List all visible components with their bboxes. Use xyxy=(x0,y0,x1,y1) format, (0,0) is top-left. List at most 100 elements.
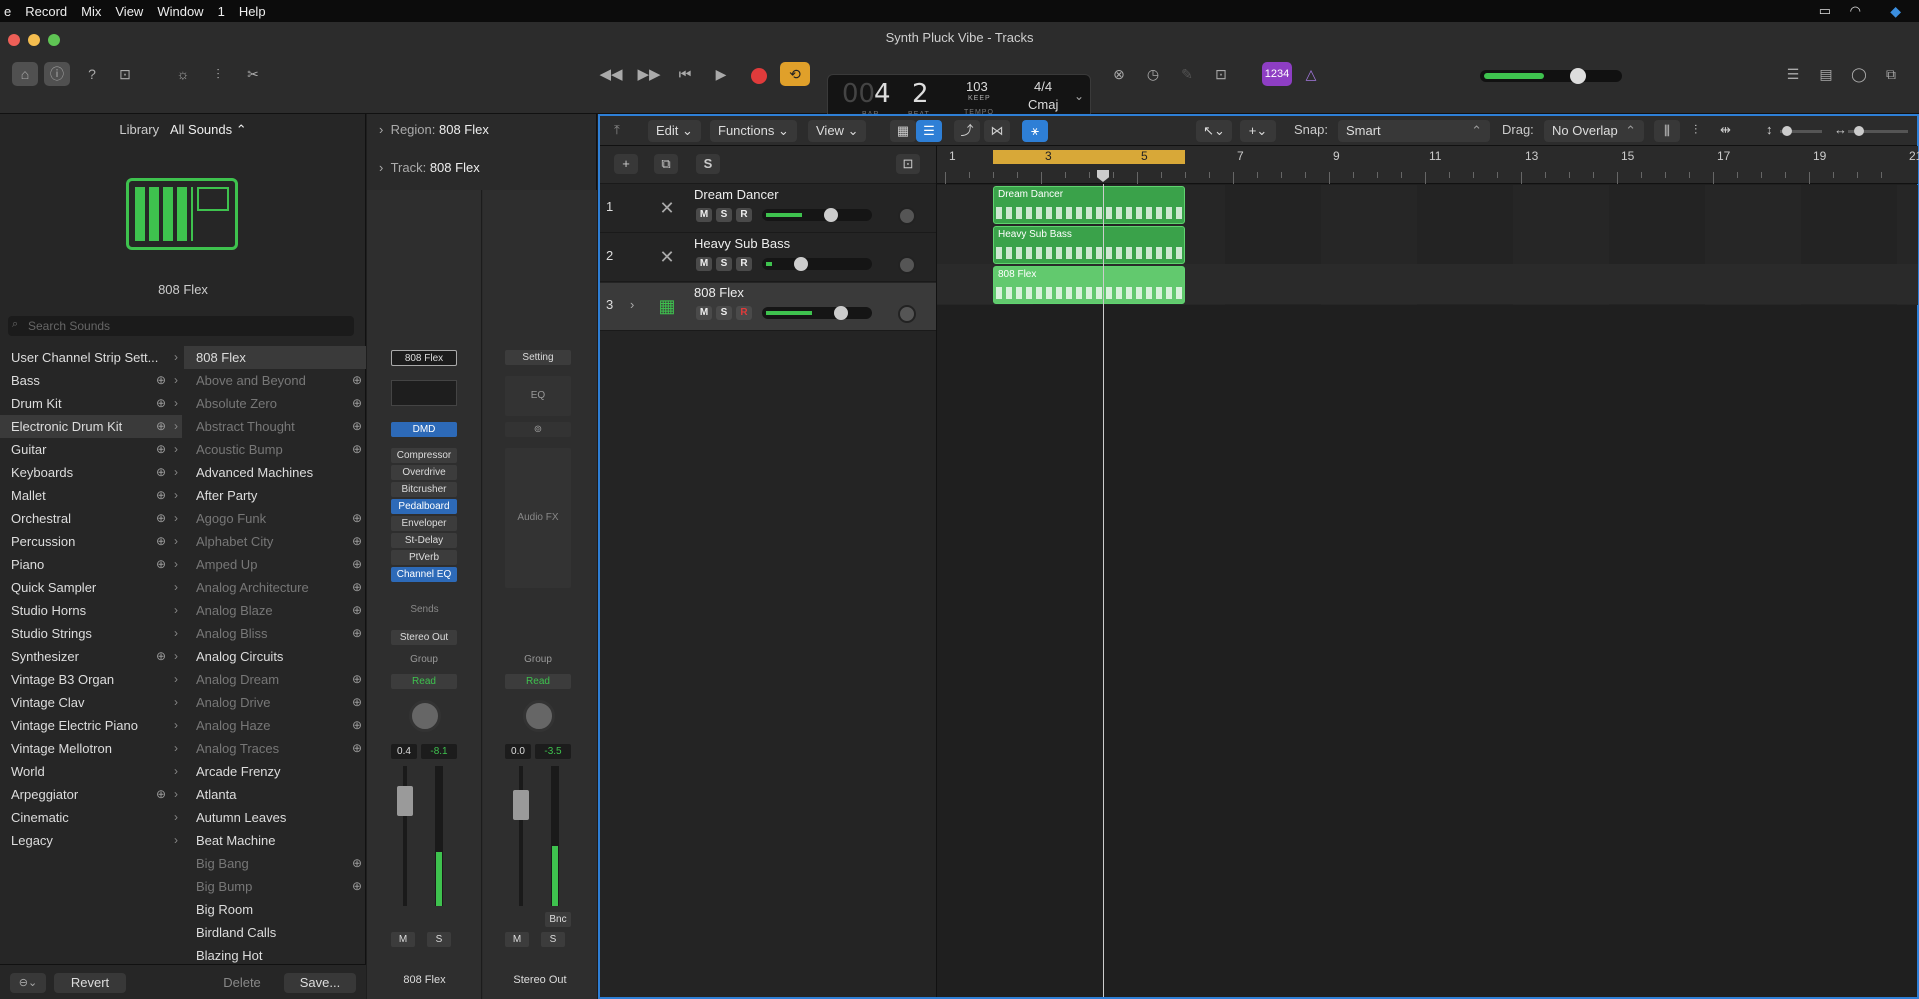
vertical-zoom-knob[interactable] xyxy=(1782,126,1792,136)
smart-controls-icon[interactable]: ☼ xyxy=(170,62,196,86)
sound-item[interactable]: After Party xyxy=(184,484,366,507)
download-icon[interactable]: ⊕ xyxy=(156,645,166,668)
waveform-zoom-icon[interactable]: ⫼ xyxy=(1654,120,1680,142)
download-icon[interactable]: ⊕ xyxy=(156,369,166,392)
eq-slot[interactable]: EQ xyxy=(505,376,571,416)
category-item[interactable]: Arpeggiator ⊕ › xyxy=(0,783,182,806)
list-editors-icon[interactable]: ☰ xyxy=(1780,62,1806,86)
strip1-solo-button[interactable]: S xyxy=(427,932,451,947)
track-header[interactable]: 3 › ▦ 808 Flex M S R xyxy=(600,283,936,331)
sound-item[interactable]: Big Room xyxy=(184,898,366,921)
master-volume-slider[interactable] xyxy=(1480,68,1622,84)
track-header[interactable]: 1 ✕ Dream Dancer M S R xyxy=(600,185,936,233)
track-volume-knob[interactable] xyxy=(794,257,808,271)
download-icon[interactable]: ⊕ xyxy=(156,392,166,415)
sound-item[interactable]: Advanced Machines xyxy=(184,461,366,484)
catch-icon[interactable]: ⚹ xyxy=(1022,120,1048,142)
duplicate-track-icon[interactable]: ⧉ xyxy=(654,154,678,174)
strip2-fader-cap[interactable] xyxy=(513,790,529,820)
track-volume-slider[interactable] xyxy=(762,208,872,222)
strip2-volume-fader[interactable] xyxy=(513,766,565,906)
save-button[interactable]: Save... xyxy=(284,973,356,993)
sound-item[interactable]: Abstract Thought ⊕ xyxy=(184,415,366,438)
back-arrow-icon[interactable]: ⤒ xyxy=(614,122,620,138)
eq-thumbnail[interactable] xyxy=(391,380,457,406)
automation-icon[interactable]: ⤴ xyxy=(954,120,980,142)
vertical-fit-icon[interactable]: ⫶ xyxy=(1694,122,1697,138)
category-item[interactable]: Vintage Mellotron › xyxy=(0,737,182,760)
instrument-slot-dmd[interactable]: DMD xyxy=(391,422,457,437)
app-status-icon[interactable]: ◆ xyxy=(1890,3,1901,20)
horizontal-zoom-icon[interactable]: ↔ xyxy=(1834,122,1847,137)
download-icon[interactable]: ⊕ xyxy=(352,369,362,392)
solo-button[interactable]: S xyxy=(716,306,732,320)
pointer-tool-icon[interactable]: ↖⌄ xyxy=(1196,120,1232,142)
mixer-icon[interactable]: ⫶ xyxy=(205,62,231,86)
editors-icon[interactable]: ✂ xyxy=(240,62,266,86)
category-item[interactable]: Percussion ⊕ › xyxy=(0,530,182,553)
region[interactable]: Heavy Sub Bass xyxy=(993,226,1185,264)
count-in-button[interactable]: 1234 xyxy=(1262,62,1292,86)
plugin-slot[interactable]: Bitcrusher xyxy=(391,482,457,497)
capture-icon[interactable]: ⊡ xyxy=(896,154,920,174)
master-volume-knob[interactable] xyxy=(1570,68,1586,84)
category-item[interactable]: Quick Sampler › xyxy=(0,576,182,599)
track-pan-knob[interactable] xyxy=(898,305,916,323)
mute-button[interactable]: M xyxy=(696,257,712,271)
output-slot[interactable]: Stereo Out xyxy=(391,630,457,645)
track-pan-knob[interactable] xyxy=(898,256,916,274)
all-sounds-dropdown[interactable]: All Sounds ⌃ xyxy=(170,122,247,137)
horizontal-zoom-slider[interactable] xyxy=(1848,126,1908,136)
download-icon[interactable]: ⊕ xyxy=(156,461,166,484)
view-menu[interactable]: View ⌄ xyxy=(808,120,867,142)
sound-item[interactable]: Alphabet City ⊕ xyxy=(184,530,366,553)
track-volume-slider[interactable] xyxy=(762,257,872,271)
screen-icon[interactable]: ▭ xyxy=(1819,3,1831,19)
record-button[interactable] xyxy=(751,68,767,84)
strip2-mute-button[interactable]: M xyxy=(505,932,529,947)
download-icon[interactable]: ⊕ xyxy=(352,875,362,898)
track-volume-knob[interactable] xyxy=(834,306,848,320)
download-icon[interactable]: ⊕ xyxy=(156,507,166,530)
plugin-slot[interactable]: PtVerb xyxy=(391,550,457,565)
functions-menu[interactable]: Functions ⌄ xyxy=(710,120,797,142)
download-icon[interactable]: ⊕ xyxy=(352,622,362,645)
plugin-slot[interactable]: Channel EQ xyxy=(391,567,457,582)
track-volume-slider[interactable] xyxy=(762,306,872,320)
region[interactable]: 808 Flex xyxy=(993,266,1185,304)
sound-item[interactable]: Amped Up ⊕ xyxy=(184,553,366,576)
sound-item[interactable]: Acoustic Bump ⊕ xyxy=(184,438,366,461)
fast-forward-icon[interactable]: ▶▶ xyxy=(634,62,664,86)
strip1-mute-button[interactable]: M xyxy=(391,932,415,947)
category-item[interactable]: Vintage Electric Piano › xyxy=(0,714,182,737)
inspector-toggle-icon[interactable]: ⓘ xyxy=(44,62,70,86)
menu-help[interactable]: Help xyxy=(239,4,266,19)
plugin-slot[interactable]: St-Delay xyxy=(391,533,457,548)
download-icon[interactable]: ⊕ xyxy=(156,438,166,461)
sound-item[interactable]: Big Bang ⊕ xyxy=(184,852,366,875)
category-item[interactable]: Mallet ⊕ › xyxy=(0,484,182,507)
category-item[interactable]: Bass ⊕ › xyxy=(0,369,182,392)
download-icon[interactable]: ⊕ xyxy=(352,714,362,737)
category-item[interactable]: Vintage Clav › xyxy=(0,691,182,714)
menu-mix[interactable]: Mix xyxy=(81,4,101,19)
group-slot[interactable]: Group xyxy=(391,652,457,667)
category-item[interactable]: Electronic Drum Kit ⊕ › xyxy=(0,415,182,438)
download-icon[interactable]: ⊕ xyxy=(352,392,362,415)
replace-icon[interactable]: ⊗ xyxy=(1106,62,1132,86)
volume-fader[interactable] xyxy=(397,766,449,906)
mute-button[interactable]: M xyxy=(696,208,712,222)
mute-button[interactable]: M xyxy=(696,306,712,320)
drag-dropdown[interactable]: No Overlap ⌃ xyxy=(1544,120,1644,142)
category-item[interactable]: Vintage B3 Organ › xyxy=(0,668,182,691)
bounce-button[interactable]: Bnc xyxy=(545,912,571,927)
sound-item[interactable]: Analog Haze ⊕ xyxy=(184,714,366,737)
sound-item[interactable]: Above and Beyond ⊕ xyxy=(184,369,366,392)
download-icon[interactable]: ⊕ xyxy=(352,576,362,599)
sound-item[interactable]: Analog Drive ⊕ xyxy=(184,691,366,714)
sound-item[interactable]: Analog Circuits xyxy=(184,645,366,668)
horizontal-fit-icon[interactable]: ⇹ xyxy=(1720,122,1731,138)
download-icon[interactable]: ⊕ xyxy=(352,668,362,691)
snap-dropdown[interactable]: Smart ⌃ xyxy=(1338,120,1490,142)
download-icon[interactable]: ⊕ xyxy=(352,553,362,576)
